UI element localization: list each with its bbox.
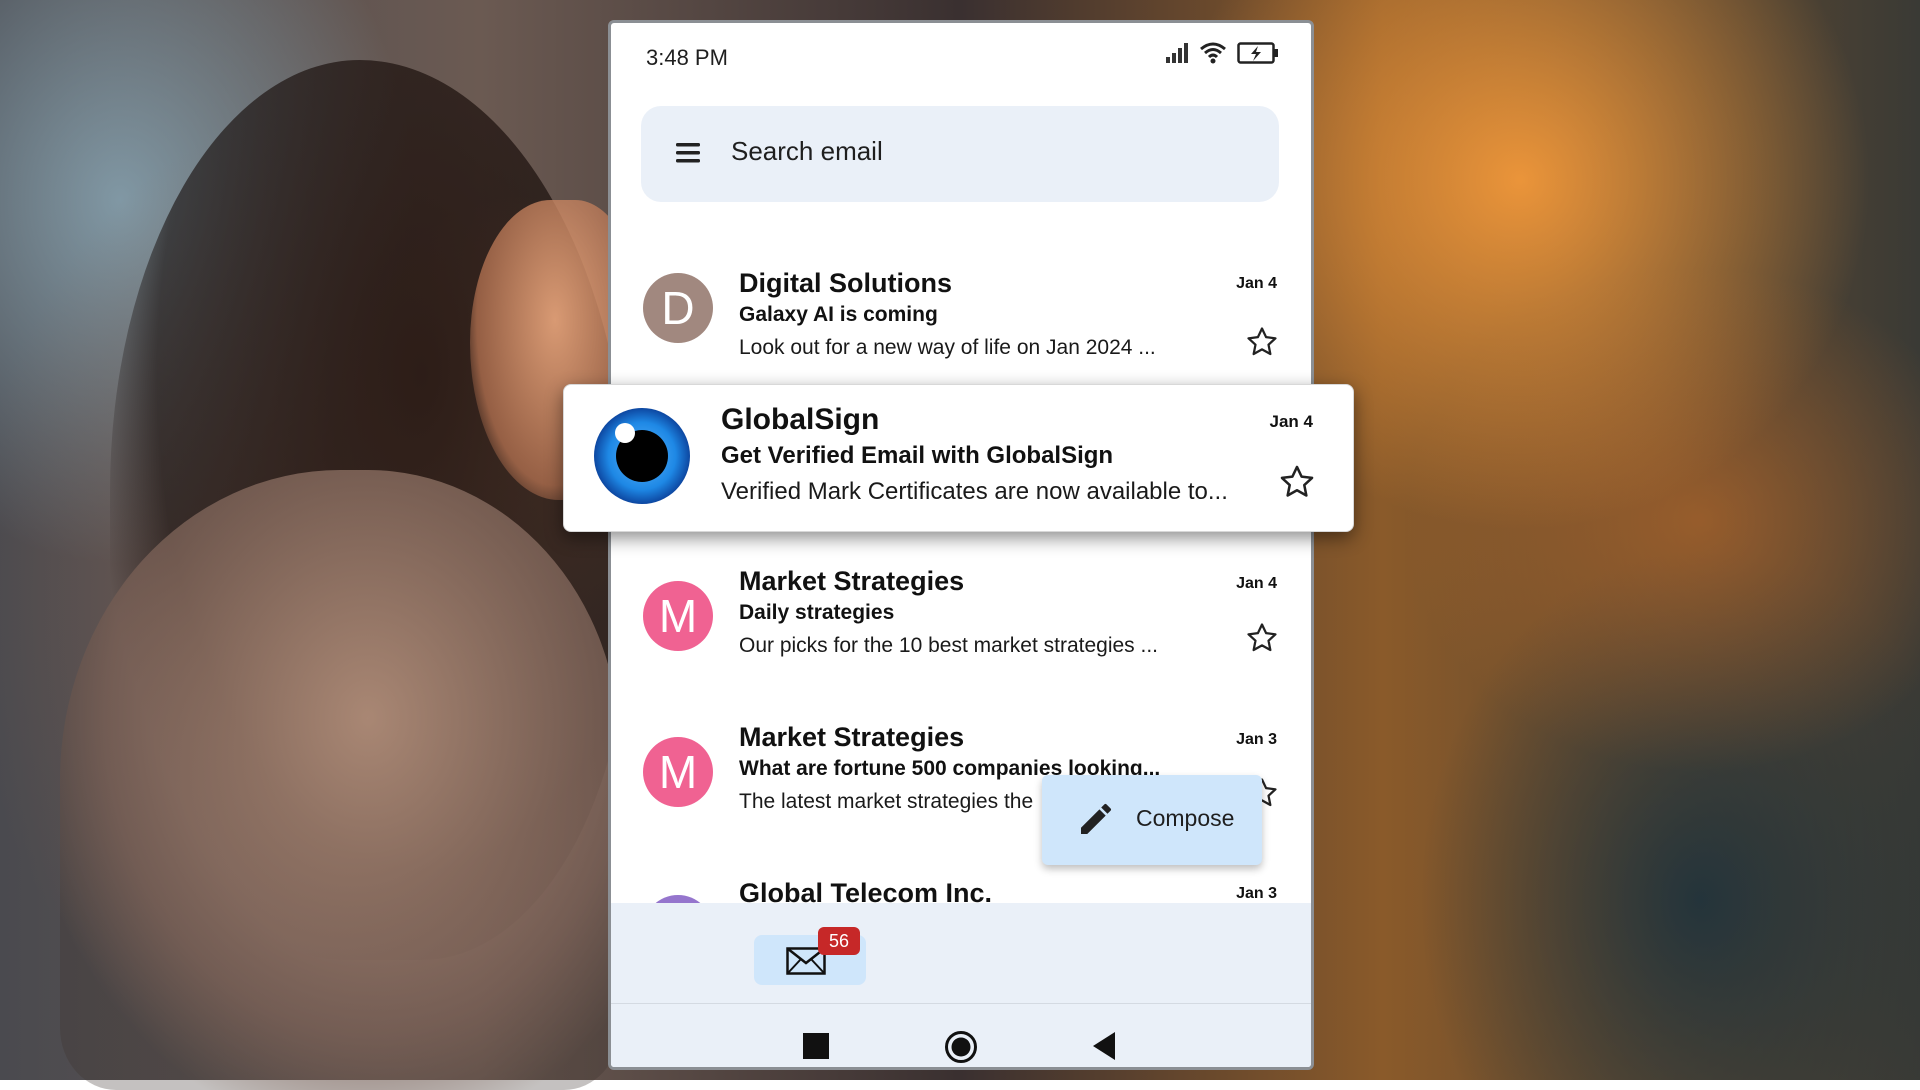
compose-button[interactable]: Compose: [1042, 775, 1262, 865]
recents-square-icon[interactable]: [803, 1033, 829, 1059]
email-subject: Galaxy AI is coming: [739, 303, 938, 326]
compose-label: Compose: [1136, 805, 1235, 831]
email-sender: Global Telecom Inc.: [739, 878, 993, 903]
avatar: M: [643, 737, 713, 807]
wifi-icon: [1200, 42, 1226, 64]
nav-divider: [611, 1003, 1311, 1004]
pencil-icon: [1081, 803, 1112, 834]
email-sender: Market Strategies: [739, 566, 965, 596]
background-person-body: [60, 470, 620, 1090]
email-sender: GlobalSign: [721, 403, 880, 436]
mail-tab[interactable]: 56: [754, 927, 866, 985]
email-preview: Our picks for the 10 best market strateg…: [739, 634, 1159, 657]
bottom-nav: 56: [611, 903, 1311, 1067]
avatar: G: [643, 895, 713, 903]
search-input[interactable]: Search email: [731, 136, 883, 167]
status-icons: [1165, 41, 1279, 65]
email-date: Jan 3: [1236, 731, 1277, 748]
star-icon[interactable]: [1278, 463, 1316, 501]
avatar: D: [643, 273, 713, 343]
back-triangle-icon[interactable]: [1093, 1032, 1115, 1060]
menu-icon[interactable]: [676, 142, 700, 164]
email-date: Jan 3: [1236, 885, 1277, 902]
email-date: Jan 4: [1236, 575, 1277, 592]
email-date: Jan 4: [1269, 412, 1313, 431]
email-preview: The latest market strategies the: [739, 790, 1034, 813]
home-circle-icon[interactable]: [944, 1030, 978, 1064]
email-preview: Look out for a new way of life on Jan 20…: [739, 336, 1156, 359]
email-sender: Digital Solutions: [739, 268, 952, 298]
email-row[interactable]: M Market Strategies Daily strategies Our…: [611, 545, 1311, 695]
status-bar: 3:48 PM: [611, 23, 1311, 93]
star-icon[interactable]: [1245, 621, 1279, 655]
email-subject: Daily strategies: [739, 601, 895, 624]
email-row[interactable]: G Global Telecom Inc. Jan 3: [611, 875, 1311, 903]
unread-badge: 56: [818, 927, 860, 955]
star-icon[interactable]: [1245, 325, 1279, 359]
email-row[interactable]: D Digital Solutions Galaxy AI is coming …: [611, 245, 1311, 395]
email-date: Jan 4: [1236, 275, 1277, 292]
status-time: 3:48 PM: [646, 45, 728, 70]
eye-logo-icon: [594, 408, 690, 504]
email-preview: Verified Mark Certificates are now avail…: [721, 478, 1228, 505]
phone-screen: 3:48 PM Search email D Digital Solutions…: [608, 20, 1314, 1070]
signal-icon: [1166, 43, 1188, 63]
email-sender: Market Strategies: [739, 722, 965, 752]
highlighted-email-row[interactable]: GlobalSign Get Verified Email with Globa…: [563, 384, 1354, 532]
avatar: M: [643, 581, 713, 651]
email-subject: Get Verified Email with GlobalSign: [721, 442, 1114, 469]
battery-charging-icon: [1237, 42, 1278, 64]
search-bar[interactable]: Search email: [641, 106, 1279, 202]
